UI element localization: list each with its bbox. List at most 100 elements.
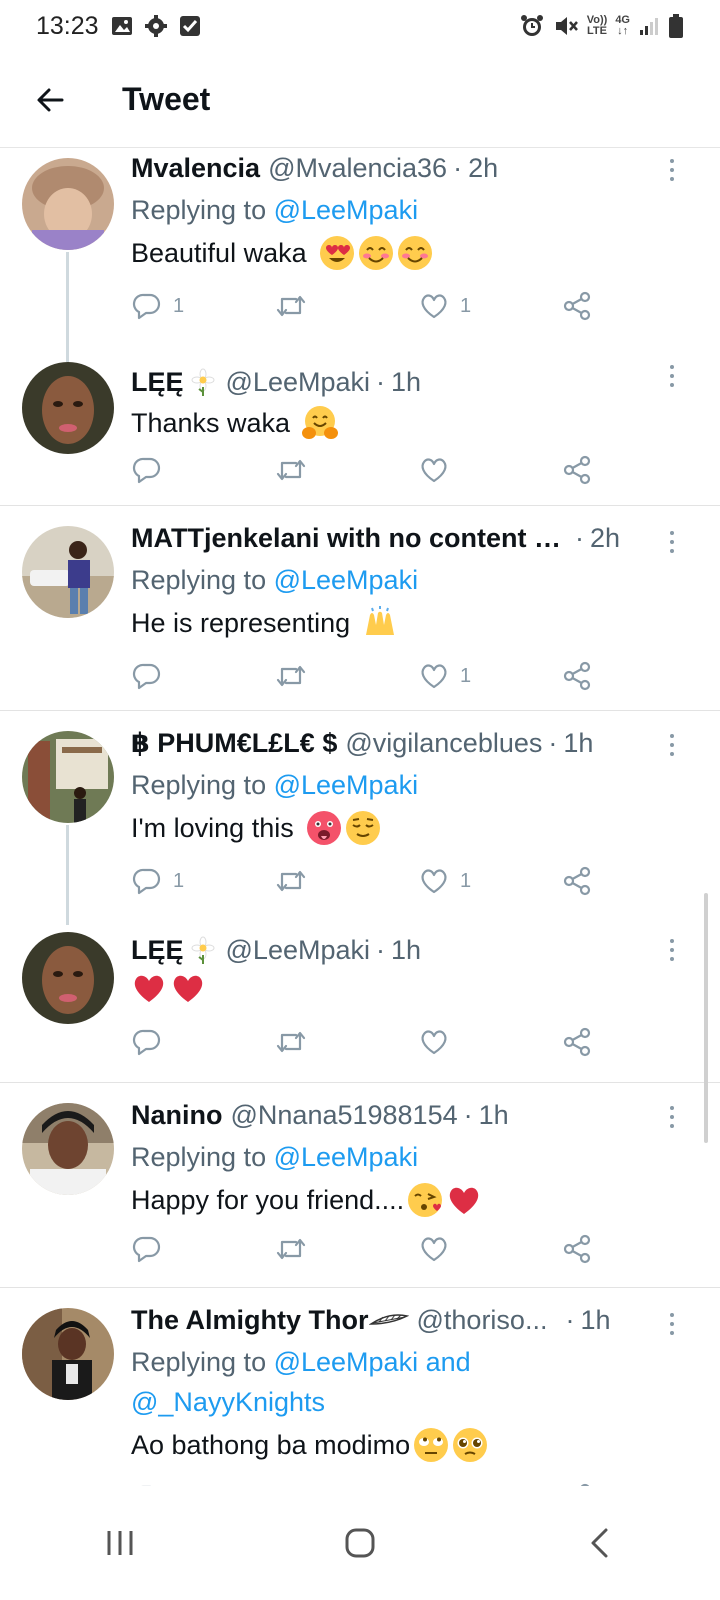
more-options-button[interactable] [660,1099,684,1135]
share-button[interactable] [561,1026,593,1058]
display-name[interactable]: Nanino [131,1100,223,1131]
retweet-button[interactable] [274,660,318,692]
share-icon [563,866,591,896]
timestamp[interactable]: 1h [391,935,421,966]
tweet[interactable]: The Almighty Thor @thoriso... · 1h Reply… [0,1288,720,1486]
share-button[interactable] [561,290,593,322]
mention-link[interactable]: @LeeMpaki [274,565,418,595]
mention-link[interactable]: @LeeMpaki [274,1142,418,1172]
signal-icon [638,15,660,37]
reply-button[interactable] [131,660,173,692]
more-options-button[interactable] [660,152,684,188]
handle[interactable]: @thoriso... [417,1305,548,1336]
tweet[interactable]: Mvalencia @Mvalencia36 · 2h Replying to … [0,148,720,362]
handle[interactable]: @Nnana51988154 [231,1100,458,1131]
like-button[interactable]: 1 [418,865,471,897]
display-name[interactable]: LĘĘ [131,367,184,398]
tweet-actions: 1 [131,656,611,696]
replying-to: Replying to @LeeMpaki [131,1142,419,1172]
tweet[interactable]: LĘĘ @LeeMpaki · 1h [0,918,720,1083]
reply-button[interactable]: 1 [131,290,184,322]
like-count: 1 [460,664,472,687]
like-icon [421,869,447,894]
gallery-icon [111,15,133,37]
tweet[interactable]: LĘĘ @LeeMpaki · 1h Thanks waka [0,348,720,506]
display-name[interactable]: ฿ PHUM€L£L€ $ [131,728,337,759]
timestamp[interactable]: 1h [391,367,421,398]
retweet-button[interactable] [274,1026,318,1058]
avatar[interactable] [22,362,114,454]
like-icon [421,664,447,689]
daisy-emoji [191,936,215,964]
avatar[interactable] [22,526,114,618]
more-options-button[interactable] [660,932,684,968]
mention-link[interactable]: @LeeMpaki and [274,1347,471,1377]
more-options-button[interactable] [660,727,684,763]
share-button[interactable] [561,660,593,692]
tweet-text: Ao bathong ba modimo [131,1424,660,1466]
red-heart-emoji [173,975,203,1002]
avatar[interactable] [22,731,114,823]
avatar[interactable] [22,1308,114,1400]
gear-icon [144,15,167,37]
timestamp[interactable]: 1h [563,728,593,759]
reply-icon [132,1236,161,1263]
tweet[interactable]: Nanino @Nnana51988154 · 1h Replying to @… [0,1083,720,1288]
home-button[interactable] [320,1513,400,1573]
more-options-button[interactable] [660,524,684,560]
share-button[interactable] [561,1233,593,1265]
reply-button[interactable] [131,1233,173,1265]
more-options-button[interactable] [660,1306,684,1342]
retweet-button[interactable] [274,1233,318,1265]
reply-icon [132,457,161,484]
like-icon [421,1030,447,1055]
mention-link[interactable]: @LeeMpaki [274,770,418,800]
display-name[interactable]: MATTjenkelani with no content … [131,523,561,554]
retweet-button[interactable] [274,290,318,322]
handle[interactable]: @LeeMpaki [226,367,370,398]
tweet[interactable]: MATTjenkelani with no content … · 2h Rep… [0,506,720,711]
avatar[interactable] [22,1103,114,1195]
pleading-emoji [453,1428,488,1462]
handle[interactable]: @LeeMpaki [226,935,370,966]
like-button[interactable] [418,1233,460,1265]
hugging-emoji [302,406,339,439]
like-button[interactable]: 1 [418,290,471,322]
tweet-actions [131,1478,611,1486]
scrollbar[interactable] [704,893,708,1143]
reply-button[interactable] [131,454,173,486]
reply-icon [132,663,161,690]
like-button[interactable] [418,454,460,486]
display-name[interactable]: The Almighty Thor [131,1305,369,1336]
timestamp[interactable]: 1h [580,1305,610,1336]
mention-link[interactable]: @LeeMpaki [274,195,418,225]
tweet[interactable]: ฿ PHUM€L£L€ $ @vigilanceblues · 1h Reply… [0,711,720,925]
timestamp[interactable]: 2h [468,153,498,184]
share-button[interactable] [561,865,593,897]
avatar[interactable] [22,158,114,250]
reply-feed: Mvalencia @Mvalencia36 · 2h Replying to … [0,148,720,1486]
recent-apps-button[interactable] [80,1513,160,1573]
share-button[interactable] [561,454,593,486]
display-name[interactable]: LĘĘ [131,935,184,966]
retweet-icon [276,459,306,481]
handle[interactable]: @Mvalencia36 [268,153,447,184]
retweet-button[interactable] [274,865,318,897]
mention-link[interactable]: @_NayyKnights [131,1387,325,1417]
like-button[interactable] [418,1026,460,1058]
display-name[interactable]: Mvalencia [131,153,260,184]
avatar[interactable] [22,932,114,1024]
retweet-icon [276,295,306,317]
tweet-actions: 1 1 [131,286,611,326]
back-button[interactable] [20,70,80,130]
like-button[interactable]: 1 [418,660,471,692]
reply-button[interactable] [131,1026,173,1058]
timestamp[interactable]: 2h [590,523,620,554]
nav-back-button[interactable] [560,1513,640,1573]
reply-button[interactable]: 1 [131,865,184,897]
retweet-button[interactable] [274,454,318,486]
feather-emoji [368,1314,409,1325]
timestamp[interactable]: 1h [479,1100,509,1131]
handle[interactable]: @vigilanceblues [345,728,542,759]
more-options-button[interactable] [660,358,684,394]
